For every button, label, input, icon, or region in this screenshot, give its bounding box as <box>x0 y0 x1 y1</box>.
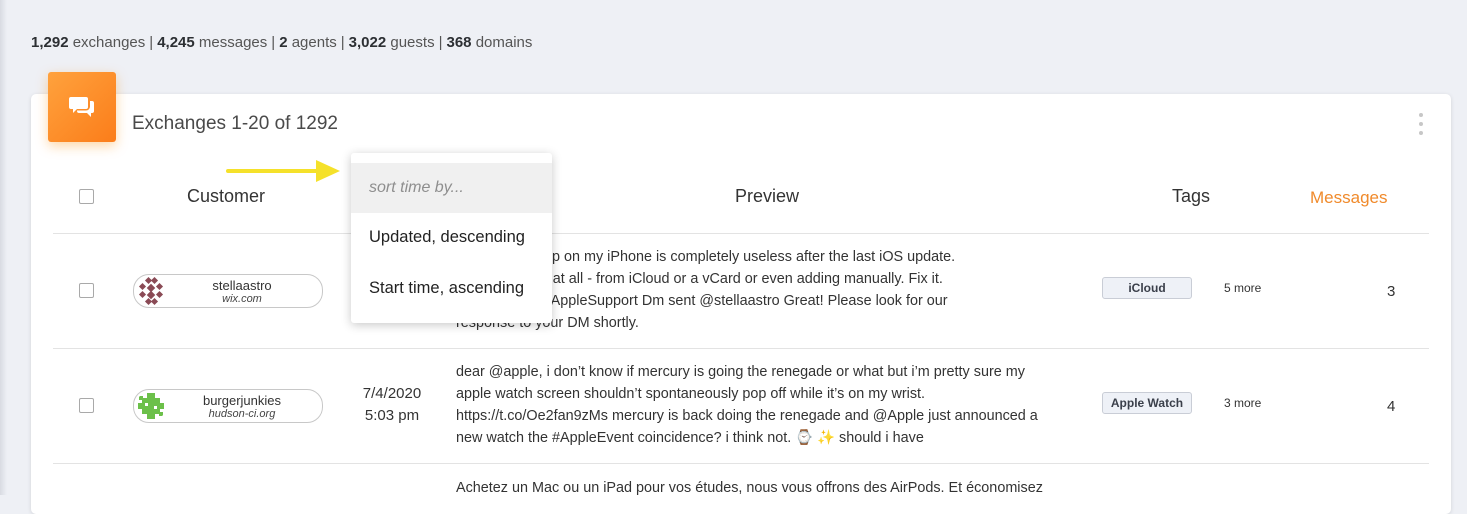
customer-name: stellaastro <box>212 278 272 293</box>
exchanges-label: exchanges <box>72 34 146 51</box>
customer-chip[interactable]: stellaastro wix.com <box>133 274 323 308</box>
message-count: 4 <box>1387 398 1396 415</box>
domains-count: 368 <box>446 34 472 51</box>
messages-count: 4,245 <box>157 34 195 51</box>
row-checkbox[interactable] <box>79 283 94 298</box>
avatar <box>136 276 166 306</box>
separator: | <box>271 34 276 51</box>
tag-badge[interactable]: iCloud <box>1102 277 1192 299</box>
customer-domain: hudson-ci.org <box>208 408 276 420</box>
sort-placeholder: sort time by... <box>351 163 552 213</box>
tag-badge[interactable]: Apple Watch <box>1102 392 1192 414</box>
message-count: 3 <box>1387 283 1396 300</box>
column-header-tags: Tags <box>1172 186 1211 206</box>
customer-name: burgerjunkies <box>202 393 282 408</box>
customer-domain: wix.com <box>222 293 262 305</box>
row-divider <box>53 348 1429 349</box>
kebab-menu-icon[interactable] <box>1414 113 1428 135</box>
preview-text: Achetez un Mac ou un iPad pour vos étude… <box>456 477 1086 499</box>
agents-count: 2 <box>279 34 288 51</box>
sidebar-edge <box>0 0 7 495</box>
header-divider <box>53 233 1429 234</box>
preview-line: https://t.co/Oe2fan9zMs mercury is back … <box>456 408 1038 424</box>
exchanges-count: 1,292 <box>31 34 69 51</box>
preview-line: dear @apple, i don’t know if mercury is … <box>456 364 1025 380</box>
chat-bubbles-icon <box>48 72 116 142</box>
guests-label: guests <box>390 34 435 51</box>
column-header-preview: Preview <box>735 186 800 206</box>
row-checkbox[interactable] <box>79 398 94 413</box>
separator: | <box>438 34 443 51</box>
date-text: 7/4/2020 <box>362 385 422 402</box>
stats-bar: 1,292 exchanges | 4,245 messages | 2 agents |… <box>31 34 532 51</box>
preview-line: apple watch screen shouldn’t spontaneous… <box>456 386 926 402</box>
avatar <box>136 391 166 421</box>
domains-label: domains <box>475 34 533 51</box>
agents-label: agents <box>291 34 337 51</box>
guests-count: 3,022 <box>348 34 387 51</box>
preview-line: Achetez un Mac ou un iPad pour vos étude… <box>456 480 1043 496</box>
annotation-arrow-icon <box>226 160 340 182</box>
customer-chip[interactable]: burgerjunkies hudson-ci.org <box>133 389 323 423</box>
time-text: 5:03 pm <box>364 407 420 424</box>
preview-text: dear @apple, i don’t know if mercury is … <box>456 361 1086 449</box>
sort-option-start-time-ascending[interactable]: Start time, ascending <box>369 279 524 298</box>
select-all-checkbox[interactable] <box>79 189 94 204</box>
messages-label: messages <box>198 34 268 51</box>
preview-line: new watch the #AppleEvent coincidence? i… <box>456 430 924 446</box>
column-header-customer[interactable]: Customer <box>187 186 265 207</box>
sort-option-updated-descending[interactable]: Updated, descending <box>369 228 525 247</box>
separator: | <box>340 34 345 51</box>
sort-time-dropdown[interactable]: sort time by... Updated, descending Star… <box>351 153 552 323</box>
separator: | <box>149 34 154 51</box>
more-tags-link[interactable]: 5 more <box>1224 281 1261 295</box>
more-tags-link[interactable]: 3 more <box>1224 396 1261 410</box>
row-divider <box>53 463 1429 464</box>
start-time-cell: 7/4/2020 5:03 pm <box>350 383 434 427</box>
card-title: Exchanges 1-20 of 1292 <box>132 113 338 134</box>
column-header-messages[interactable]: Messages <box>1310 188 1387 208</box>
